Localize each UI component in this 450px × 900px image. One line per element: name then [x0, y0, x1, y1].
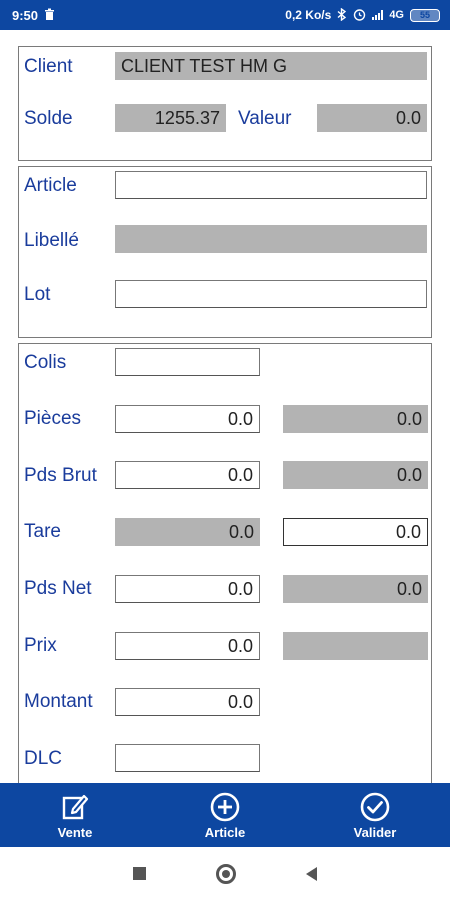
lot-label: Lot — [24, 284, 51, 305]
colis-label: Colis — [24, 352, 67, 373]
dlc-input[interactable] — [115, 744, 260, 772]
bluetooth-icon — [337, 7, 347, 23]
network-type: 4G — [389, 9, 404, 21]
tare-label: Tare — [24, 521, 61, 542]
prix-input[interactable]: 0.0 — [115, 632, 260, 660]
pds-net-input[interactable]: 0.0 — [115, 575, 260, 603]
home-icon[interactable] — [216, 863, 236, 884]
montant-input[interactable]: 0.0 — [115, 688, 260, 716]
tare-input[interactable]: 0.0 — [283, 518, 428, 546]
prix-label: Prix — [24, 635, 57, 656]
valeur-label: Valeur — [238, 108, 292, 129]
pieces-label: Pièces — [24, 408, 82, 429]
pds-net-ref-field: 0.0 — [283, 575, 428, 603]
pds-brut-ref-field: 0.0 — [283, 461, 428, 489]
valider-button[interactable]: Valider — [315, 791, 435, 840]
network-speed: 0,2 Ko/s — [285, 8, 332, 22]
client-panel: Client CLIENT TEST HM G Solde 1255.37 Va… — [18, 46, 432, 161]
trash-icon — [44, 8, 55, 22]
pds-net-label: Pds Net — [24, 578, 92, 599]
dlc-label: DLC — [24, 748, 63, 769]
action-bar: Vente Article Valider — [0, 783, 450, 847]
signal-icon — [372, 10, 384, 20]
article-label: Article — [24, 175, 77, 196]
pieces-input[interactable]: 0.0 — [115, 405, 260, 433]
edit-note-icon — [62, 794, 89, 819]
article-panel: Article Libellé Lot — [18, 166, 432, 338]
vente-label: Vente — [57, 824, 93, 840]
solde-label: Solde — [24, 108, 73, 129]
valeur-field: 0.0 — [317, 104, 427, 132]
status-bar: 9:50 0,2 Ko/s 4G 55 — [0, 0, 450, 30]
client-label: Client — [24, 56, 73, 77]
pds-brut-label: Pds Brut — [24, 465, 97, 486]
prix-ref-field — [283, 632, 428, 660]
plus-circle-icon — [210, 792, 240, 821]
lot-input[interactable] — [115, 280, 427, 308]
valider-label: Valider — [353, 824, 397, 840]
solde-field: 1255.37 — [115, 104, 226, 132]
battery-icon: 55 — [410, 8, 440, 22]
vente-button[interactable]: Vente — [15, 791, 135, 840]
pieces-ref-field: 0.0 — [283, 405, 428, 433]
pds-brut-input[interactable]: 0.0 — [115, 461, 260, 489]
add-article-label: Article — [204, 824, 246, 840]
back-icon[interactable] — [306, 866, 317, 881]
client-field[interactable]: CLIENT TEST HM G — [115, 52, 427, 80]
recent-apps-icon[interactable] — [133, 867, 146, 880]
alarm-icon — [353, 8, 366, 23]
check-circle-icon — [360, 792, 390, 821]
libelle-field — [115, 225, 427, 253]
status-time: 9:50 — [12, 7, 39, 23]
quantity-panel: Colis Pièces 0.0 0.0 Pds Brut 0.0 0.0 Ta… — [18, 343, 432, 787]
libelle-label: Libellé — [24, 230, 79, 251]
add-article-button[interactable]: Article — [165, 791, 285, 840]
montant-label: Montant — [24, 691, 93, 712]
article-input[interactable] — [115, 171, 427, 199]
colis-input[interactable] — [115, 348, 260, 376]
tare-ref-field: 0.0 — [115, 518, 260, 546]
navigation-bar — [0, 847, 450, 900]
